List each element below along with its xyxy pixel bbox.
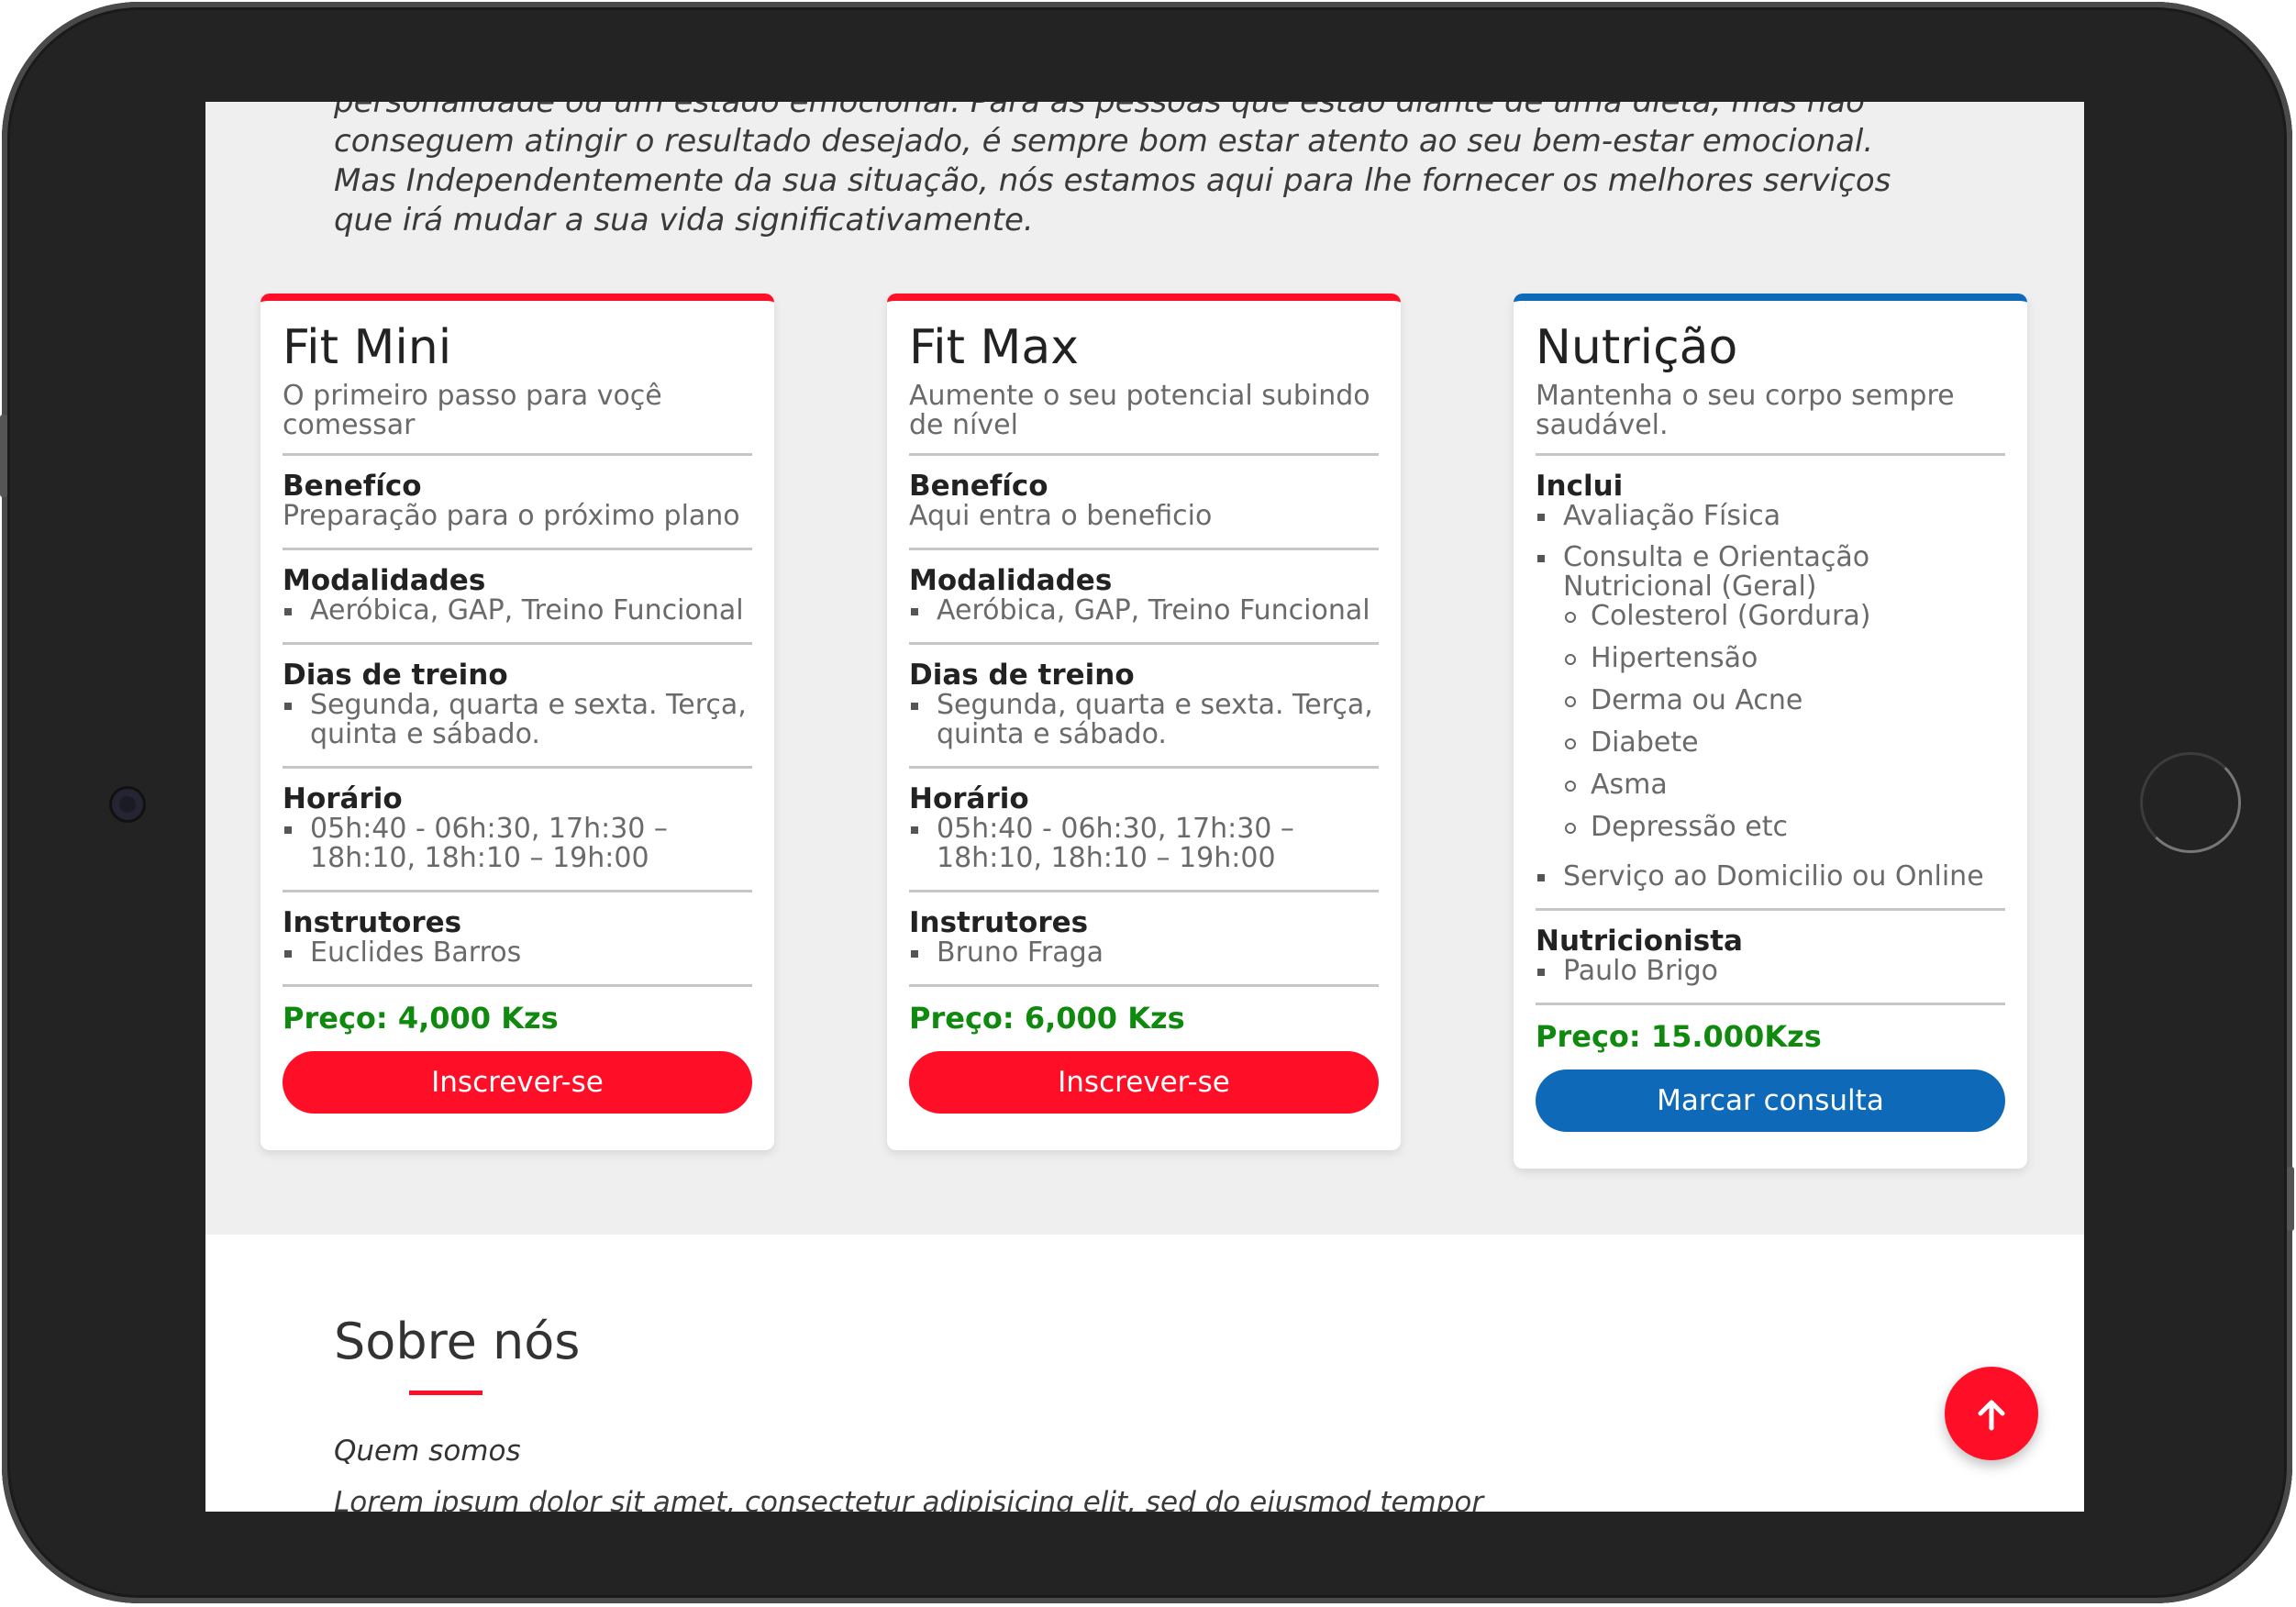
intro-text: personalidade ou um estado emocional. Pa… <box>334 102 1967 240</box>
plan-subtitle: O primeiro passo para voçê comessar <box>283 382 752 456</box>
subscribe-button[interactable]: Inscrever-se <box>283 1051 752 1114</box>
arrow-up-icon <box>1973 1391 2010 1435</box>
section-heading: Dias de treino <box>283 659 508 692</box>
list-item: Serviço ao Domicilio ou Online <box>1536 862 2005 892</box>
section-heading: Dias de treino <box>909 659 1135 692</box>
list-item: Bruno Fraga <box>909 938 1379 968</box>
list-item: 05h:40 - 06h:30, 17h:30 – 18h:10, 18h:10… <box>909 815 1379 873</box>
list-item: Segunda, quarta e sexta. Terça, quinta e… <box>283 691 752 749</box>
plan-price: Preço: 4,000 Kzs <box>283 1001 559 1036</box>
plan-benefit-section: Benefíco Preparação para o próximo plano <box>283 456 752 550</box>
plan-card-nutrition: Nutrição Mantenha o seu corpo sempre sau… <box>1514 294 2027 1169</box>
section-text: Preparação para o próximo plano <box>283 500 740 532</box>
plan-days-section: Dias de treino Segunda, quarta e sexta. … <box>909 645 1379 769</box>
plan-modalities-section: Modalidades Aeróbica, GAP, Treino Funcio… <box>283 550 752 645</box>
about-text: Lorem ipsum dolor sit amet, consectetur … <box>334 1486 1484 1512</box>
plan-card-fit-max: Fit Max Aumente o seu potencial subindo … <box>887 294 1401 1150</box>
section-heading: Nutricionista <box>1536 925 1743 958</box>
list-item: Avaliação Física <box>1536 502 2005 531</box>
list-item: Consulta e Orientação Nutricional (Geral… <box>1536 543 2005 842</box>
plan-card-fit-mini: Fit Mini O primeiro passo para voçê come… <box>261 294 774 1150</box>
plan-subtitle: Mantenha o seu corpo sempre saudável. <box>1536 382 2005 456</box>
plan-days-section: Dias de treino Segunda, quarta e sexta. … <box>283 645 752 769</box>
nutritionist-section: Nutricionista Paulo Brigo <box>1536 911 2005 1005</box>
list-item: Paulo Brigo <box>1536 957 2005 986</box>
section-heading: Benefíco <box>909 470 1048 503</box>
list-item: Aeróbica, GAP, Treino Funcional <box>909 596 1379 626</box>
plan-instructors-section: Instrutores Euclides Barros <box>283 892 752 987</box>
condition-item: Hipertensão <box>1536 644 2005 673</box>
plan-subtitle: Aumente o seu potencial subindo de nível <box>909 382 1379 456</box>
condition-item: Derma ou Acne <box>1536 686 2005 715</box>
plan-modalities-section: Modalidades Aeróbica, GAP, Treino Funcio… <box>909 550 1379 645</box>
section-heading: Modalidades <box>909 564 1113 597</box>
condition-item: Colesterol (Gordura) <box>1536 602 2005 631</box>
intro-line: que irá mudar a sua vida significativame… <box>334 202 1034 238</box>
condition-item: Asma <box>1536 770 2005 800</box>
about-title-underline <box>409 1391 482 1395</box>
plan-instructors-section: Instrutores Bruno Fraga <box>909 892 1379 987</box>
plan-price: Preço: 6,000 Kzs <box>909 1001 1185 1036</box>
nutrition-includes-section: Inclui Avaliação Física Consulta e Orien… <box>1536 456 2005 911</box>
plan-price: Preço: 15.000Kzs <box>1536 1019 1822 1054</box>
list-item: 05h:40 - 06h:30, 17h:30 – 18h:10, 18h:10… <box>283 815 752 873</box>
about-subtitle: Quem somos <box>334 1435 521 1468</box>
camera-icon <box>112 789 143 820</box>
list-item: Aeróbica, GAP, Treino Funcional <box>283 596 752 626</box>
plan-title: Nutrição <box>1536 320 1738 375</box>
list-item: Euclides Barros <box>283 938 752 968</box>
section-heading: Benefíco <box>283 470 422 503</box>
subscribe-button[interactable]: Inscrever-se <box>909 1051 1379 1114</box>
book-consultation-button[interactable]: Marcar consulta <box>1536 1069 2005 1132</box>
back-to-top-button[interactable] <box>1945 1367 2038 1460</box>
plan-title: Fit Max <box>909 320 1079 375</box>
section-heading: Horário <box>283 782 403 815</box>
section-heading: Instrutores <box>283 906 462 939</box>
plan-title: Fit Mini <box>283 320 452 375</box>
list-item-text: Consulta e Orientação Nutricional (Geral… <box>1563 541 1870 603</box>
intro-line: Mas Independentemente da sua situação, n… <box>334 162 1891 199</box>
section-heading: Instrutores <box>909 906 1089 939</box>
plan-hours-section: Horário 05h:40 - 06h:30, 17h:30 – 18h:10… <box>283 769 752 892</box>
condition-item: Depressão etc <box>1536 813 2005 842</box>
tablet-side-button-left <box>0 415 7 497</box>
section-heading: Modalidades <box>283 564 486 597</box>
section-heading: Inclui <box>1536 470 1624 503</box>
plan-benefit-section: Benefíco Aqui entra o beneficio <box>909 456 1379 550</box>
about-title: Sobre nós <box>334 1313 581 1370</box>
tablet-side-button-right <box>2287 1167 2294 1231</box>
plan-hours-section: Horário 05h:40 - 06h:30, 17h:30 – 18h:10… <box>909 769 1379 892</box>
intro-line: conseguem atingir o resultado desejado, … <box>334 123 1874 160</box>
conditions-list: Colesterol (Gordura) Hipertensão Derma o… <box>1536 602 2005 842</box>
section-text: Aqui entra o beneficio <box>909 500 1213 532</box>
about-section: Sobre nós Quem somos Lorem ipsum dolor s… <box>205 1235 2084 1512</box>
home-button[interactable] <box>2140 752 2241 853</box>
list-item: Segunda, quarta e sexta. Terça, quinta e… <box>909 691 1379 749</box>
section-heading: Horário <box>909 782 1029 815</box>
intro-line: personalidade ou um estado emocional. Pa… <box>334 102 1865 120</box>
condition-item: Diabete <box>1536 728 2005 758</box>
screen: personalidade ou um estado emocional. Pa… <box>205 102 2084 1512</box>
